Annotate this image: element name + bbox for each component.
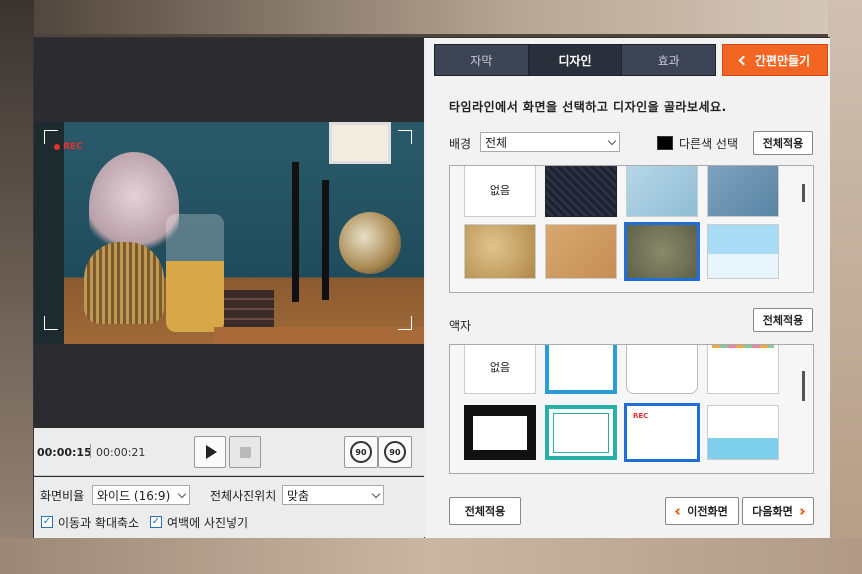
background-tile-old-paper[interactable]: [464, 224, 536, 279]
current-time: 00:00:15: [37, 446, 92, 459]
frame-tile-film[interactable]: [464, 405, 536, 460]
chevron-right-icon: [797, 507, 805, 515]
background-label: 배경: [449, 137, 472, 151]
other-color-label[interactable]: 다른색 선택: [679, 135, 738, 152]
aspect-label: 화면비율: [40, 489, 85, 503]
aspect-value: 와이드 (16:9): [97, 488, 171, 503]
time-separator: [90, 444, 91, 458]
next-screen-label: 다음화면: [752, 505, 793, 518]
player-controls: 00:00:15 00:00:21 90 90: [34, 428, 424, 476]
tab-bar: 자막 디자인 효과: [434, 44, 716, 76]
background-category-select[interactable]: 전체: [480, 132, 620, 152]
position-label: 전체사진위치: [210, 489, 277, 503]
frame-tile-rounded[interactable]: [626, 345, 698, 394]
background-right: [828, 0, 862, 574]
background-tile-light-blue[interactable]: [626, 166, 698, 217]
frame-grid: 없음 REC: [449, 344, 814, 474]
frame-tile-none[interactable]: 없음: [464, 345, 536, 394]
tab-effect[interactable]: 효과: [622, 45, 716, 75]
background-scrollbar[interactable]: [802, 184, 805, 202]
preview-panel: REC 00:00:15 00:00:21 90 90 화면비율 와이드 (16…: [34, 38, 424, 538]
easy-make-label: 간편만들기: [754, 53, 811, 68]
margin-checkbox[interactable]: ✓: [150, 516, 162, 528]
play-button[interactable]: [194, 436, 226, 468]
background-tile-kraft[interactable]: [545, 224, 617, 279]
rotate-right-button[interactable]: 90: [378, 436, 412, 468]
background-tile-clouds[interactable]: [707, 224, 779, 279]
background-bottom: [0, 538, 862, 574]
chevron-down-icon: [371, 489, 381, 498]
bunting-decoration: [712, 345, 774, 348]
design-panel: 자막 디자인 효과 간편만들기 타임라인에서 화면을 선택하고 디자인을 골라보…: [425, 38, 830, 538]
frame-corner: [398, 130, 412, 144]
stop-icon: [239, 446, 251, 458]
rec-indicator: REC: [54, 142, 83, 152]
aspect-select[interactable]: 와이드 (16:9): [92, 485, 190, 505]
prev-screen-button[interactable]: 이전화면: [665, 497, 739, 525]
instruction-text: 타임라인에서 화면을 선택하고 디자인을 골라보세요.: [449, 100, 727, 114]
background-tile-dark[interactable]: [545, 166, 617, 217]
chevron-down-icon: [607, 136, 617, 145]
background-top: [0, 0, 862, 34]
background-grid: 없음: [449, 165, 814, 293]
prev-screen-label: 이전화면: [687, 505, 728, 518]
frame-label: 액자: [449, 319, 472, 333]
rec-label: REC: [63, 142, 83, 152]
rec-overlay-frame: REC: [44, 130, 412, 330]
motion-checkbox[interactable]: ✓: [41, 516, 53, 528]
color-swatch[interactable]: [657, 136, 673, 150]
film-window: [473, 415, 527, 450]
background-category-value: 전체: [485, 135, 508, 150]
easy-make-button[interactable]: 간편만들기: [722, 44, 828, 76]
next-screen-button[interactable]: 다음화면: [742, 497, 814, 525]
background-tile-none[interactable]: 없음: [464, 166, 536, 217]
total-time: 00:00:21: [96, 446, 146, 459]
frame-tile-bunting[interactable]: [707, 345, 779, 394]
play-icon: [206, 445, 217, 459]
frame-tile-blue-border[interactable]: [545, 345, 617, 394]
stop-button[interactable]: [229, 436, 261, 468]
position-select[interactable]: 맞춤: [282, 485, 384, 505]
background-tile-steel-blue[interactable]: [707, 166, 779, 217]
position-value: 맞춤: [287, 488, 310, 503]
tab-subtitle[interactable]: 자막: [435, 45, 529, 75]
rec-tile-label: REC: [633, 412, 649, 420]
frame-tile-rec[interactable]: REC: [624, 403, 700, 462]
photo-options: 화면비율 와이드 (16:9) 전체사진위치 맞춤 ✓ 이동과 확대축소 ✓ 여…: [34, 477, 424, 538]
chevron-left-icon: [675, 507, 683, 515]
frame-tile-whale[interactable]: [707, 405, 779, 460]
teal-inner-border: [553, 412, 609, 453]
rotate-left-icon: 90: [350, 441, 372, 463]
background-tile-olive[interactable]: [624, 222, 700, 281]
background-apply-all-button[interactable]: 전체적용: [753, 131, 813, 155]
frame-apply-all-button[interactable]: 전체적용: [753, 308, 813, 332]
chevron-left-icon: [738, 55, 749, 65]
photo-preview[interactable]: REC: [34, 122, 424, 344]
chevron-down-icon: [177, 489, 187, 498]
frame-corner: [44, 316, 58, 330]
margin-label: 여백에 사진넣기: [167, 516, 249, 530]
frame-scrollbar[interactable]: [802, 371, 805, 401]
tab-design[interactable]: 디자인: [528, 45, 623, 75]
rotate-right-icon: 90: [384, 441, 406, 463]
rec-dot-icon: [54, 144, 60, 150]
editor-window: REC 00:00:15 00:00:21 90 90 화면비율 와이드 (16…: [33, 37, 830, 538]
rotate-left-button[interactable]: 90: [344, 436, 378, 468]
footer-apply-all-button[interactable]: 전체적용: [449, 497, 521, 525]
motion-label: 이동과 확대축소: [58, 516, 140, 530]
background-left: [0, 0, 34, 574]
frame-tile-teal-border[interactable]: [545, 405, 617, 460]
frame-corner: [398, 316, 412, 330]
